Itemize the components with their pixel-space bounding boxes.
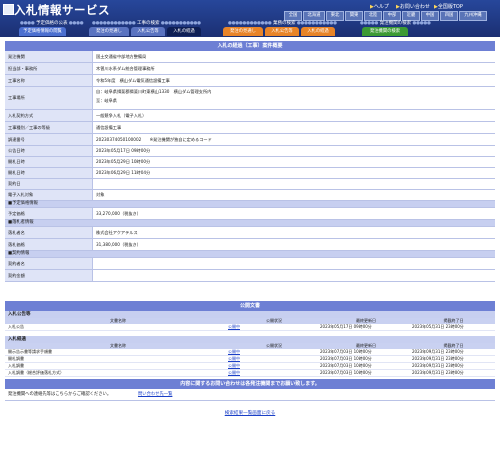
tab-gyomu-mitoshi[interactable]: 発注の見通し [223,27,263,36]
detail-panel: 入札の経過（工事）案件概要 発注機関 国土交通省中部地方整備局 担当部・事務所 … [5,41,495,282]
region-shikoku[interactable]: 四国 [440,11,458,21]
tab-koji-koukoku[interactable]: 入札公告等 [131,27,165,36]
detail-row: 調達番号 20230374050100002 ※発注機関が独自に定めるコード [5,134,495,146]
detail-row: 契約金額 [5,270,495,282]
tab-gyomu-koukoku[interactable]: 入札公告等 [265,27,299,36]
status-link[interactable]: 公開中 [228,349,320,355]
status-link[interactable]: 公開中 [228,370,320,376]
group-yotei: ●●●● 予定価格の公表 ●●●● [20,21,84,26]
header-bar: 入札情報サービス ▶ヘルプ ▶お問い合わせ ▶全国版TOP 全国 北海道 東北 … [0,0,500,37]
status-link[interactable]: 公開中 [228,363,320,369]
detail-row: 予定価格 33,270,000（税抜き） [5,208,495,220]
inquiry-panel: 内容に関するお問い合わせは各発注機関までお願い致します。 発注機関への連絡先等は… [5,379,495,401]
app-title: 入札情報サービス [14,3,110,17]
table-row: 入札公告 公開中 2023年05月17日 09時00分 2023年05月31日 2… [5,324,495,331]
section-keika: 入札経過 [5,336,495,343]
table-row: 入札調書 公開中 2023年07月03日 10時00分 2023年09月31日 2… [5,363,495,370]
detail-row: 担当部・事務所 木曽川水系ダム統合管理事務所 [5,63,495,75]
detail-row: 契約日 [5,179,495,190]
detail-title: 入札の経過（工事）案件概要 [5,41,495,51]
detail-row: 落札者名 株式会社アクアテルス [5,227,495,239]
top-link[interactable]: ▶全国版TOP [434,3,463,10]
group-koji: ●●●●●●●●●●●● 工事の検索 ●●●●●●●●●●● [92,21,201,26]
table-row: 開示告示書等請求手順書 公開中 2023年07月03日 10時00分 2023年0… [5,349,495,356]
tab-kikan[interactable]: 発注機関の検索 [362,27,408,36]
detail-row-location: 工事場所 自：岐阜県揖斐郡揖斐川町東横山1330 横山ダム管理支所内 至：岐阜県 [5,87,495,110]
section-koukoku: 入札公告等 [5,311,495,318]
detail-row: 公告日時 2023年05月17日 09時00分 [5,146,495,157]
detail-row: 開札日時 2023年05月29日 10時00分 [5,157,495,168]
footer: 検索結果一覧画面に戻る [0,410,500,416]
detail-row: 契約者名 [5,258,495,270]
status-link[interactable]: 公開中 [228,356,320,362]
detail-row: 電子入札対象 対象 [5,190,495,201]
table-row: 開札調書 公開中 2023年07月03日 10時00分 2023年09月31日 2… [5,356,495,363]
inquiry-label: 発注機関への連絡先等はこちらからご確認ください。 [8,392,112,397]
detail-row: 発注機関 国土交通省中部地方整備局 [5,51,495,63]
detail-row: 入札契約方式 一般競争入札（電子入札） [5,110,495,122]
section-winner: ■落札者情報 [5,220,495,227]
documents-title: 公開文書 [5,301,495,311]
table-row: 入札調書（総合評価落札方式） 公開中 2023年07月03日 10時00分 202… [5,370,495,377]
back-to-results-link[interactable]: 検索結果一覧画面に戻る [225,411,276,416]
inquiry-title: 内容に関するお問い合わせは各発注機関までお願い致します。 [5,379,495,389]
detail-row: 工事名称 令和5年度 横山ダム電気通信設備工事 [5,75,495,87]
tab-yotei[interactable]: 予定価格情報の閲覧 [19,27,66,36]
detail-row: 工事種別／工事の等級 通信設備工事 [5,122,495,134]
tab-koji-mitoshi[interactable]: 発注の見通し [89,27,129,36]
help-link[interactable]: ▶ヘルプ [370,3,389,10]
tab-gyomu-keika[interactable]: 入札の経過 [301,27,335,36]
status-link[interactable]: 公開中 [228,324,320,330]
section-price: ■予定価格情報 [5,201,495,208]
documents-panel: 公開文書 入札公告等 文書名称 公開状況 最終更新日 掲載終了日 入札公告 公開中 … [5,301,495,377]
detail-row: 開札日時 2023年06月29日 11時04分 [5,168,495,179]
detail-row: 落札価格 31,380,000（税抜き） [5,239,495,251]
section-contract: ■契約情報 [5,251,495,258]
group-gyomu: ●●●●●●●●●●●● 業務の検索 ●●●●●●●●●●● [228,21,337,26]
group-kikan: ●●●●● 発注機関の検索 ●●●●● [360,21,431,26]
region-kyushu[interactable]: 九州沖縄 [459,11,487,21]
logo-icon [3,4,14,15]
contact-link[interactable]: ▶お問い合わせ [396,3,430,10]
tab-koji-keika[interactable]: 入札の経過 [167,27,201,36]
inquiry-list-link[interactable]: 問い合わせ先一覧 [138,389,172,400]
